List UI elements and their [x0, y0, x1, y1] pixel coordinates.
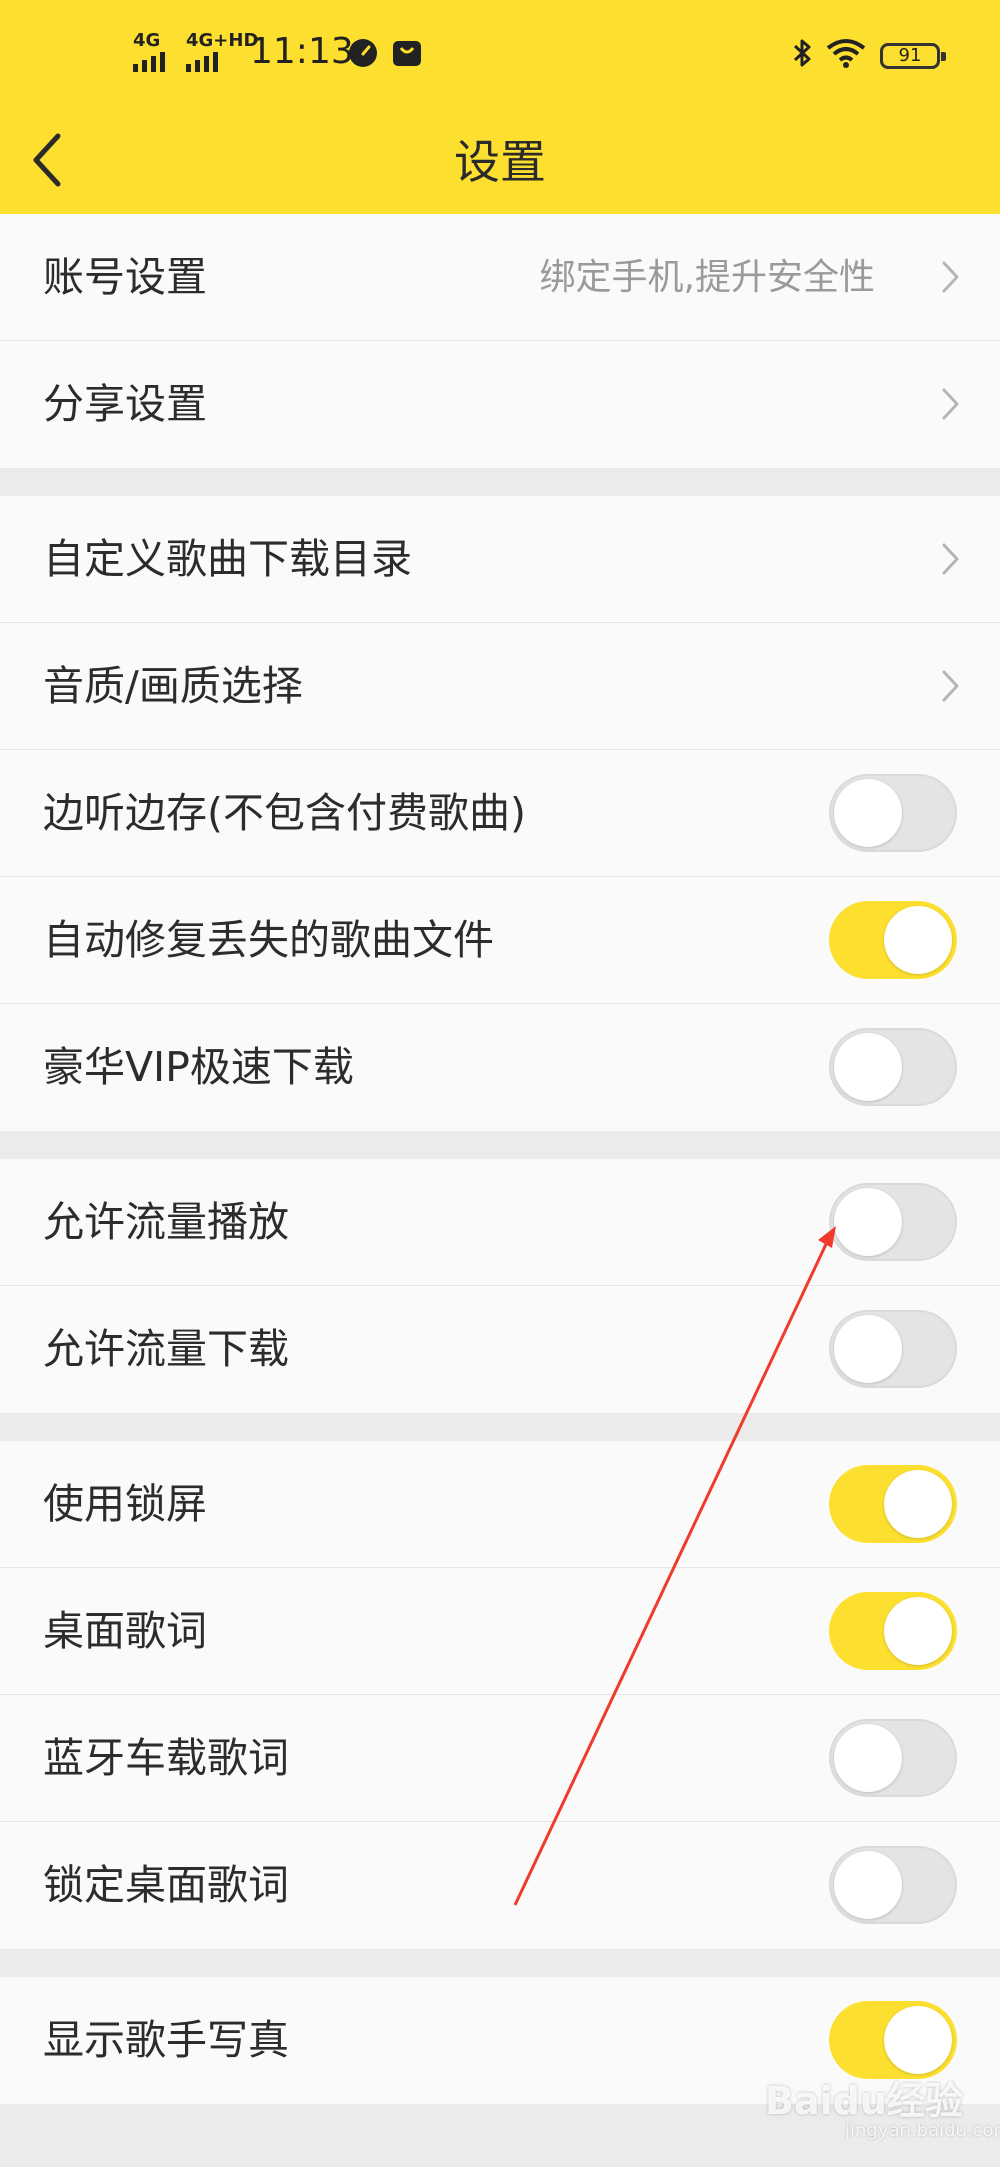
setting-row[interactable]: 允许流量播放	[0, 1159, 1000, 1286]
setting-label: 允许流量播放	[43, 1198, 289, 1246]
app-header: 4G 4G+HD 11:13 91 设置	[0, 0, 1000, 214]
toggle-switch[interactable]	[829, 1028, 957, 1106]
toggle-knob	[834, 1851, 902, 1919]
signal-bars-icon-2	[186, 52, 218, 72]
toggle-knob	[834, 1315, 902, 1383]
chevron-right-icon	[942, 670, 959, 702]
wifi-icon	[826, 39, 866, 68]
toggle-switch[interactable]	[829, 1465, 957, 1543]
setting-label: 账号设置	[43, 253, 207, 301]
toggle-knob	[884, 1470, 952, 1538]
setting-row[interactable]: 桌面歌词	[0, 1568, 1000, 1695]
setting-row[interactable]: 蓝牙车载歌词	[0, 1695, 1000, 1822]
setting-row[interactable]: 使用锁屏	[0, 1441, 1000, 1568]
toggle-switch[interactable]	[829, 2001, 957, 2079]
bluetooth-icon	[793, 39, 811, 67]
setting-label: 自定义歌曲下载目录	[43, 535, 412, 583]
toggle-knob	[884, 1597, 952, 1665]
setting-row[interactable]: 音质/画质选择	[0, 623, 1000, 750]
battery-icon: 91	[880, 43, 946, 69]
toggle-knob	[884, 906, 952, 974]
settings-group: 账号设置 绑定手机,提升安全性分享设置	[0, 214, 1000, 468]
toggle-switch[interactable]	[829, 1310, 957, 1388]
notification-bag-icon	[393, 41, 421, 66]
signal-bars-icon	[133, 52, 165, 72]
toggle-switch[interactable]	[829, 1592, 957, 1670]
setting-row[interactable]: 允许流量下载	[0, 1286, 1000, 1413]
setting-row[interactable]: 账号设置 绑定手机,提升安全性	[0, 214, 1000, 341]
setting-row[interactable]: 豪华VIP极速下载	[0, 1004, 1000, 1131]
setting-row[interactable]: 自定义歌曲下载目录	[0, 496, 1000, 623]
status-time: 11:13	[250, 31, 354, 72]
section-divider	[0, 468, 1000, 496]
setting-label: 音质/画质选择	[43, 662, 303, 710]
speedometer-icon	[349, 39, 377, 67]
toggle-switch[interactable]	[829, 1719, 957, 1797]
toggle-knob	[884, 2006, 952, 2074]
chevron-right-icon	[942, 261, 959, 293]
chevron-right-icon	[942, 388, 959, 420]
setting-label: 桌面歌词	[43, 1607, 207, 1655]
setting-label: 使用锁屏	[43, 1480, 207, 1528]
settings-group: 自定义歌曲下载目录 音质/画质选择边听边存(不包含付费歌曲) 自动修复丢失的歌曲文件…	[0, 496, 1000, 1131]
setting-label: 自动修复丢失的歌曲文件	[43, 916, 494, 964]
nav-bar: 设置	[0, 110, 1000, 214]
setting-label: 允许流量下载	[43, 1325, 289, 1373]
setting-row[interactable]: 分享设置	[0, 341, 1000, 468]
setting-label: 豪华VIP极速下载	[43, 1043, 354, 1091]
settings-list: 账号设置 绑定手机,提升安全性分享设置自定义歌曲下载目录 音质/画质选择边听边存(不…	[0, 214, 1000, 2104]
toggle-switch[interactable]	[829, 774, 957, 852]
setting-label: 显示歌手写真	[43, 2016, 289, 2064]
setting-hint: 绑定手机,提升安全性	[539, 257, 875, 298]
watermark: Baidu经验	[765, 2079, 963, 2123]
setting-label: 蓝牙车载歌词	[43, 1734, 289, 1782]
toggle-switch[interactable]	[829, 1183, 957, 1261]
watermark-url: jingyan.baidu.com	[845, 2120, 1000, 2141]
signal-label-2: 4G+HD	[186, 30, 259, 51]
setting-row[interactable]: 边听边存(不包含付费歌曲)	[0, 750, 1000, 877]
signal-label-1: 4G	[133, 30, 161, 51]
setting-label: 分享设置	[43, 380, 207, 428]
status-bar: 4G 4G+HD 11:13 91	[0, 0, 1000, 110]
setting-row[interactable]: 自动修复丢失的歌曲文件	[0, 877, 1000, 1004]
toggle-knob	[834, 1033, 902, 1101]
setting-label: 锁定桌面歌词	[43, 1861, 289, 1909]
toggle-knob	[834, 779, 902, 847]
toggle-knob	[834, 1188, 902, 1256]
setting-row[interactable]: 锁定桌面歌词	[0, 1822, 1000, 1949]
settings-group: 允许流量播放 允许流量下载	[0, 1159, 1000, 1413]
chevron-right-icon	[942, 543, 959, 575]
toggle-switch[interactable]	[829, 901, 957, 979]
page-title: 设置	[454, 135, 546, 189]
section-divider	[0, 1131, 1000, 1159]
section-divider	[0, 1949, 1000, 1977]
section-divider	[0, 1413, 1000, 1441]
setting-label: 边听边存(不包含付费歌曲)	[43, 789, 526, 837]
toggle-knob	[834, 1724, 902, 1792]
toggle-switch[interactable]	[829, 1846, 957, 1924]
settings-group: 使用锁屏桌面歌词蓝牙车载歌词 锁定桌面歌词	[0, 1441, 1000, 1949]
